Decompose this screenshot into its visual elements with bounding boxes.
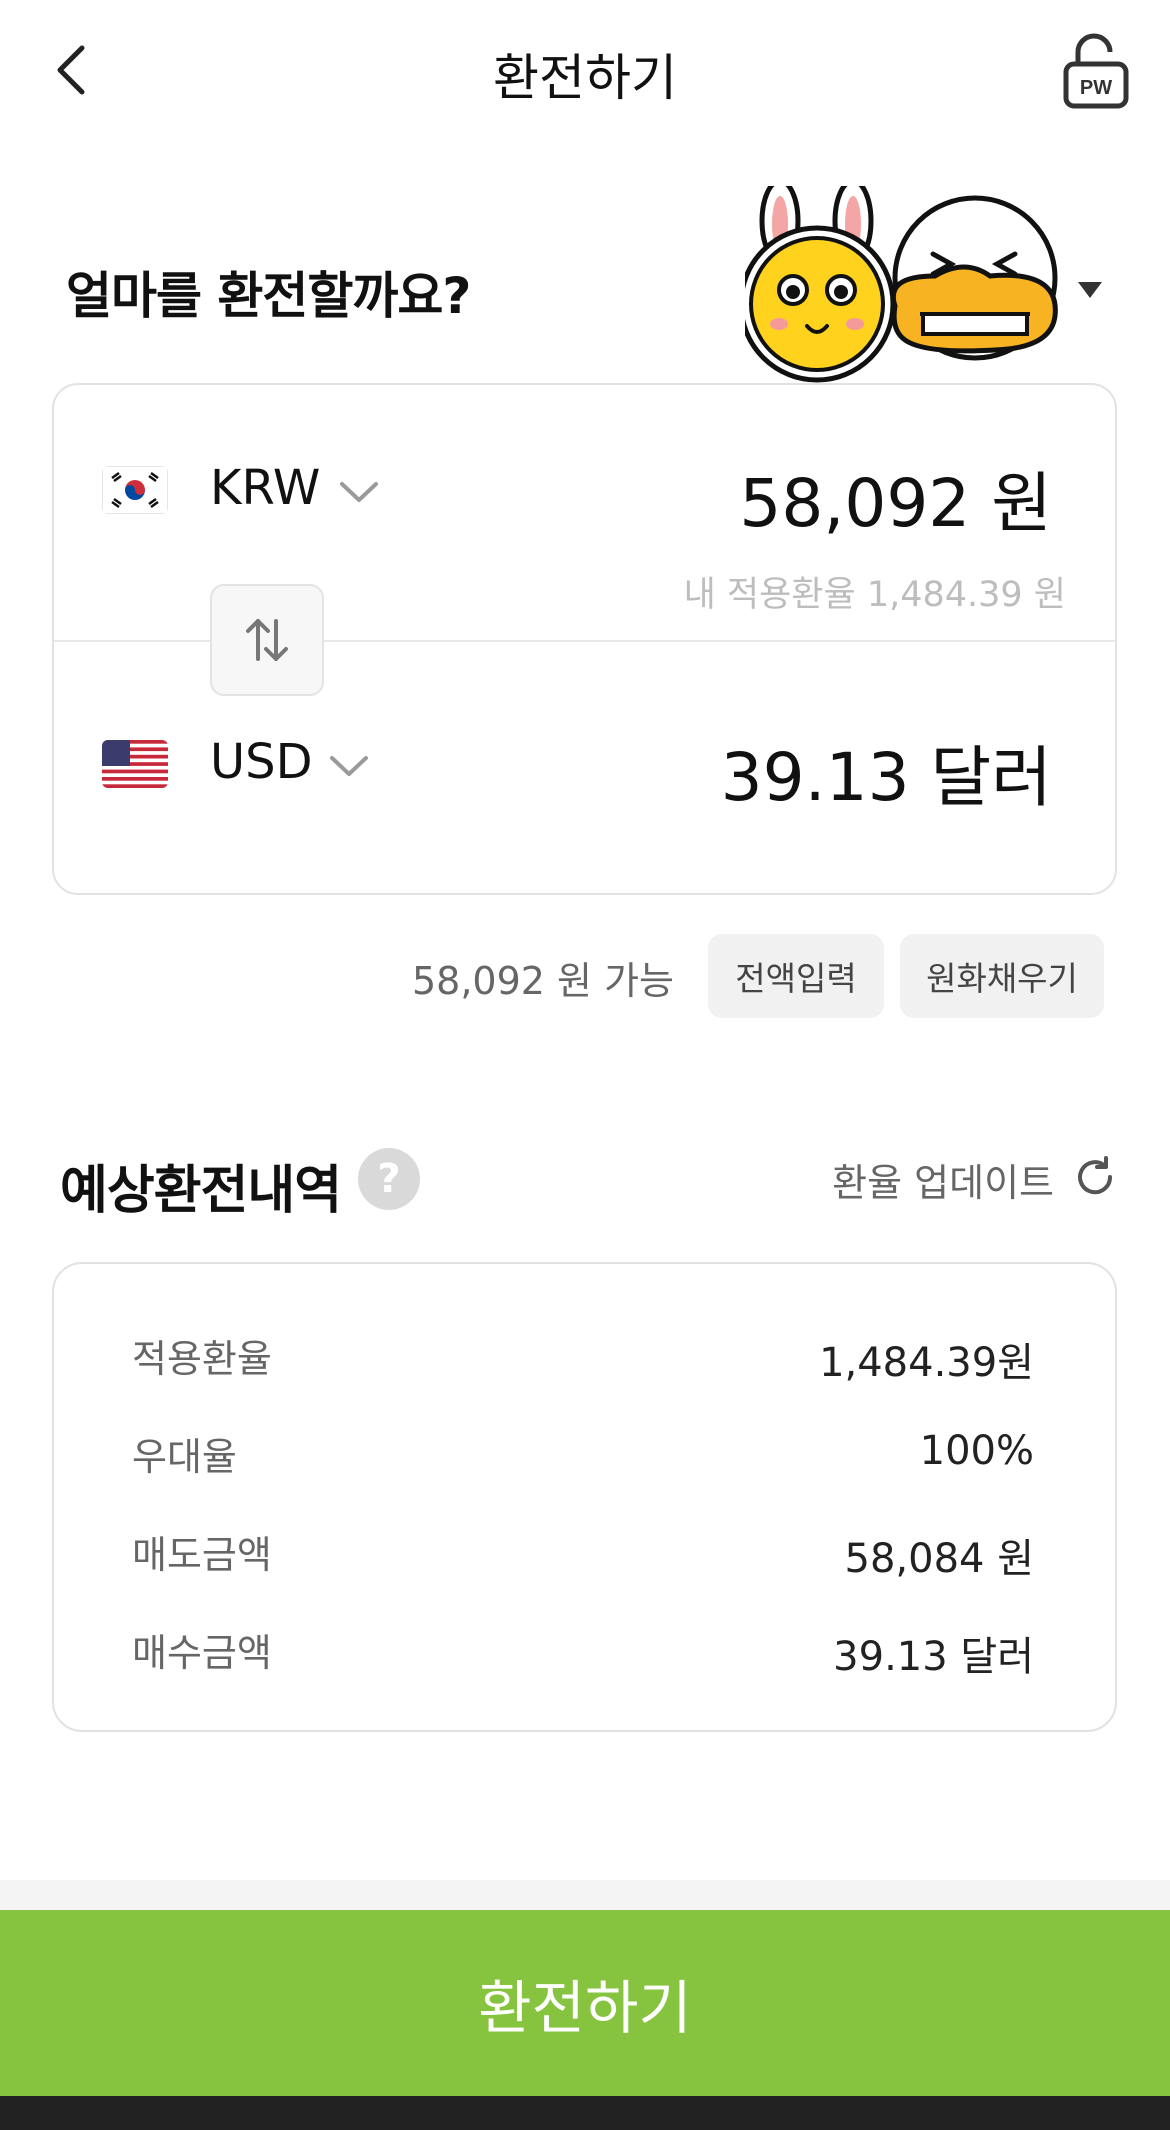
available-balance: 58,092 원 가능: [411, 959, 674, 1003]
exchange-submit-button[interactable]: 환전하기: [0, 1910, 1170, 2096]
lock-pw-icon: PW: [1063, 33, 1129, 109]
estimate-row-value: 100%: [919, 1428, 1034, 1474]
estimate-section-title: 예상환전내역: [60, 1161, 342, 1221]
amount-question-heading: 얼마를 환전할까요?: [66, 267, 471, 325]
chevron-down-icon[interactable]: [338, 478, 380, 506]
south-korea-flag-icon: [102, 466, 168, 514]
swap-vertical-icon: [246, 619, 288, 661]
refresh-icon[interactable]: [1072, 1154, 1118, 1200]
triangle-down-icon: [1078, 282, 1102, 298]
bunny-character: [738, 178, 896, 383]
system-navigation-bar: [0, 2096, 1170, 2130]
estimate-row-value: 58,084 원: [844, 1536, 1034, 1582]
estimate-row-label: 적용환율: [132, 1337, 272, 1381]
estimate-row-value: 1,484.39원: [819, 1340, 1034, 1386]
applied-rate-hint: 내 적용환율 1,484.39 원: [683, 575, 1066, 615]
full-amount-button[interactable]: 전액입력: [708, 934, 884, 1018]
duck-character: [891, 195, 1058, 361]
estimate-row-value: 39.13 달러: [833, 1634, 1034, 1680]
character-illustration: [738, 178, 1065, 386]
estimate-row-label: 매도금액: [132, 1533, 272, 1577]
to-amount-input[interactable]: 39.13 달러: [721, 724, 1052, 820]
estimate-row-label: 매수금액: [132, 1631, 272, 1675]
from-currency-selector[interactable]: KRW: [210, 460, 320, 516]
help-icon[interactable]: ?: [358, 1148, 420, 1210]
page-title: 환전하기: [493, 49, 677, 107]
from-amount-input[interactable]: 58,092 원: [739, 450, 1052, 546]
swap-currency-button[interactable]: [210, 584, 324, 696]
password-lock-button[interactable]: PW: [1060, 30, 1132, 110]
character-dropdown-button[interactable]: [1075, 278, 1105, 302]
rate-update-button[interactable]: 환율 업데이트: [832, 1152, 1054, 1207]
to-currency-selector[interactable]: USD: [210, 734, 313, 790]
fill-krw-button[interactable]: 원화채우기: [900, 934, 1104, 1018]
estimate-row-label: 우대율: [132, 1435, 237, 1479]
pw-badge-text: PW: [1080, 77, 1112, 99]
us-flag-icon: [102, 740, 168, 788]
bottom-separator: [0, 1880, 1170, 1910]
chevron-down-icon[interactable]: [328, 752, 370, 780]
